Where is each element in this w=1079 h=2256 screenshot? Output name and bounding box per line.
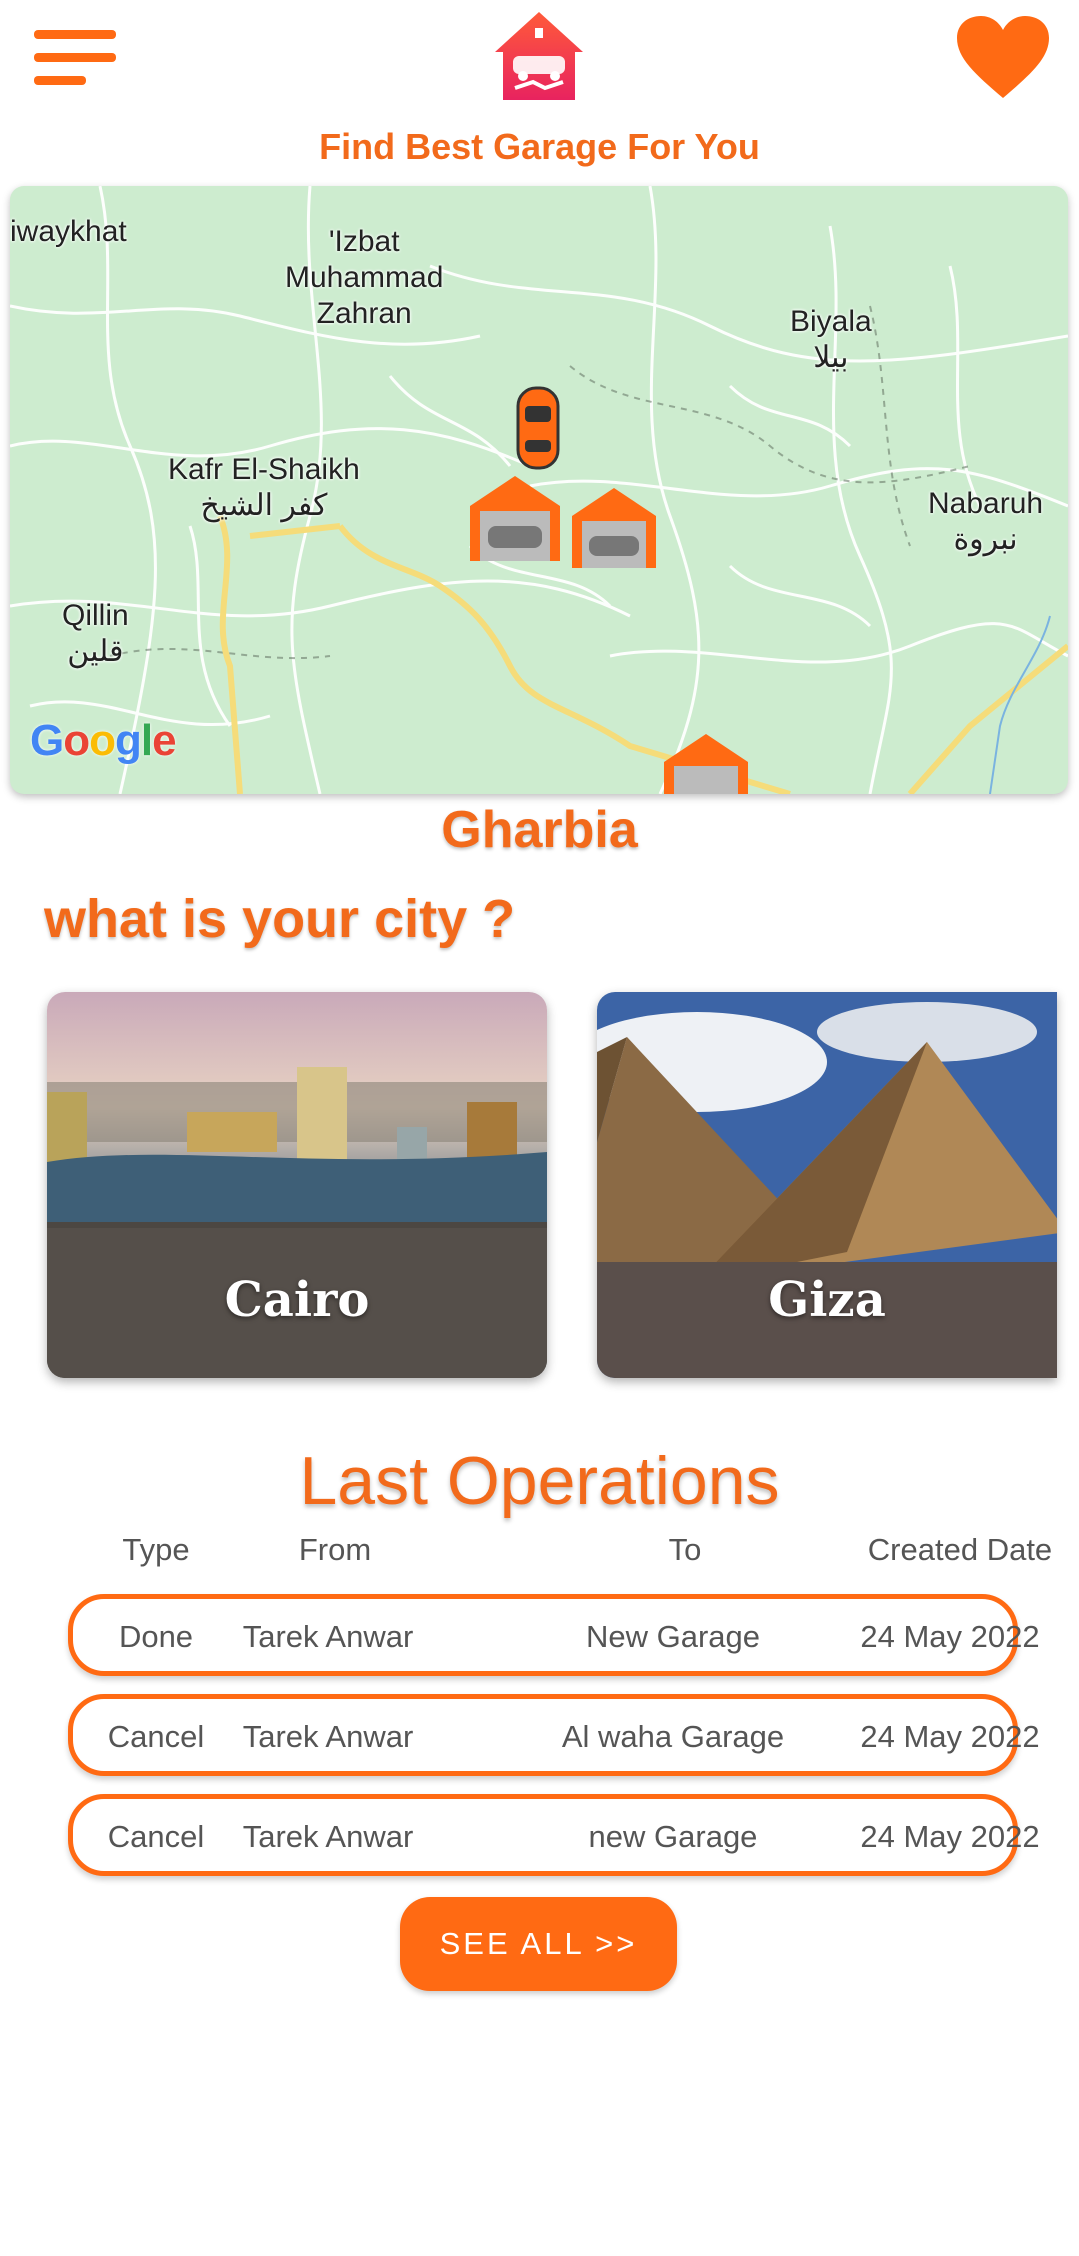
map-place-label: Biyala بيلا (790, 305, 872, 374)
city-card-cairo[interactable]: Cairo (47, 992, 547, 1378)
hamburger-menu-icon[interactable] (34, 30, 116, 86)
city-card-label: Giza (768, 1272, 886, 1328)
operation-from: Tarek Anwar (242, 1719, 414, 1754)
see-all-button[interactable]: SEE ALL >> (400, 1897, 677, 1991)
map-place-label: Qillin قلين (62, 599, 129, 668)
car-marker-icon (516, 386, 560, 470)
heart-icon[interactable] (955, 14, 1051, 100)
column-header-type: Type (122, 1532, 190, 1567)
garage-marker-icon (572, 488, 656, 568)
map-place-label: iwaykhat (10, 215, 127, 248)
google-attribution-logo: Google (30, 716, 177, 765)
garage-marker-icon (470, 476, 560, 561)
operation-date: 24 May 2022 (860, 1619, 1040, 1654)
map-place-label: Nabaruh نبروة (928, 487, 1044, 556)
city-card-giza[interactable]: Giza (597, 992, 1057, 1378)
garage-house-logo-icon (493, 8, 585, 104)
map-place-label: 'Izbat Muhammad Zahran (285, 225, 444, 330)
tagline: Find Best Garage For You (319, 126, 760, 167)
region-name: Gharbia (441, 801, 638, 859)
map-view[interactable]: iwaykhat 'Izbat Muhammad Zahran Biyala ب… (10, 186, 1068, 794)
last-operations-title: Last Operations (299, 1443, 780, 1519)
operation-row[interactable]: Cancel Tarek Anwar Al waha Garage 24 May… (68, 1694, 1040, 1776)
operation-from: Tarek Anwar (242, 1619, 414, 1654)
operation-from: Tarek Anwar (242, 1819, 414, 1854)
operation-date: 24 May 2022 (860, 1719, 1040, 1754)
map-place-label: Kafr El-Shaikh كفر الشيخ (168, 453, 360, 522)
garage-marker-icon (664, 734, 748, 794)
city-question-heading: what is your city ? (44, 889, 516, 949)
city-card-label: Cairo (224, 1272, 370, 1328)
column-header-created-date: Created Date (867, 1532, 1053, 1567)
operations-table-header: Type From To Created Date (70, 1532, 1052, 1576)
operation-row[interactable]: Done Tarek Anwar New Garage 24 May 2022 (68, 1594, 1040, 1676)
operation-date: 24 May 2022 (860, 1819, 1040, 1854)
operation-row[interactable]: Cancel Tarek Anwar new Garage 24 May 202… (68, 1794, 1040, 1876)
column-header-from: From (298, 1532, 372, 1567)
